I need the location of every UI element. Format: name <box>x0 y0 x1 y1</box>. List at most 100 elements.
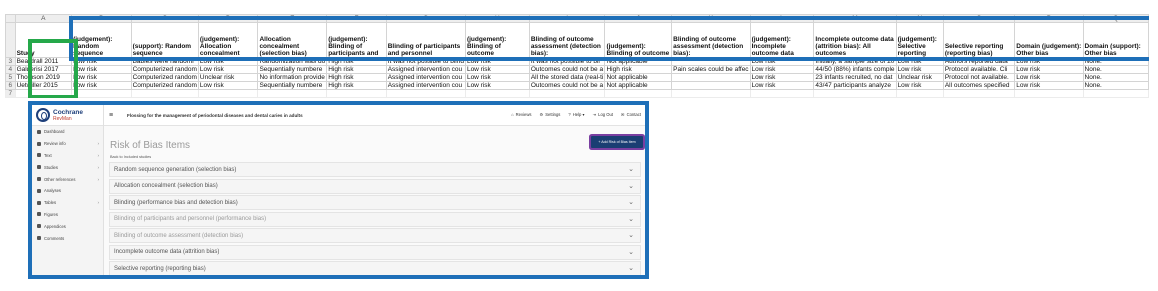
chevron-down-icon[interactable]: ⌄ <box>628 182 634 190</box>
table-cell[interactable] <box>257 97 328 98</box>
table-cell[interactable]: Low risk <box>71 73 132 82</box>
table-cell[interactable] <box>326 89 387 98</box>
top-link-help[interactable]: ? Help ▾ <box>568 112 584 117</box>
header-cell[interactable]: Allocation concealment (selection bias) <box>257 22 328 58</box>
chevron-down-icon[interactable]: ⌄ <box>628 264 634 272</box>
table-cell[interactable]: High risk <box>326 65 387 74</box>
chevron-down-icon[interactable]: ⌄ <box>628 215 634 223</box>
table-cell[interactable] <box>71 97 132 98</box>
header-cell[interactable]: (judgement): Blinding of outcome <box>464 22 530 58</box>
add-risk-of-bias-item-button[interactable]: + Add Risk of Bias Item <box>591 136 643 148</box>
sidebar-item-review-info[interactable]: Review info › <box>32 138 103 150</box>
risk-of-bias-item[interactable]: Allocation concealment (selection bias) ⌄ <box>109 178 641 194</box>
chevron-down-icon[interactable]: ⌄ <box>628 248 634 256</box>
table-cell[interactable]: Computerized random <box>130 73 199 82</box>
table-cell[interactable] <box>942 97 1016 98</box>
table-cell[interactable] <box>464 97 530 98</box>
table-cell[interactable] <box>197 97 259 98</box>
table-cell[interactable]: Assigned intervention cou <box>385 65 466 74</box>
table-cell[interactable]: Computerized random <box>130 81 199 90</box>
table-cell[interactable]: Galderisi 2017 <box>14 65 73 74</box>
table-cell[interactable] <box>671 73 751 82</box>
header-cell[interactable]: Blinding of participants and personnel <box>385 22 466 58</box>
table-cell[interactable]: Low risk <box>749 57 815 66</box>
column-header[interactable]: B <box>71 14 132 23</box>
table-cell[interactable] <box>942 89 1016 98</box>
table-cell[interactable]: Low risk <box>749 65 815 74</box>
sidebar-item-other-references[interactable]: Other references › <box>32 173 103 185</box>
sidebar-item-figures[interactable]: Figures <box>32 209 103 221</box>
table-cell[interactable]: Outcomes could not be a <box>528 65 606 74</box>
table-cell[interactable]: Low risk <box>1014 65 1084 74</box>
risk-of-bias-item[interactable]: Blinding of participants and personnel (… <box>109 211 641 227</box>
column-header[interactable]: M <box>813 14 897 23</box>
table-cell[interactable]: It was not possible to bli <box>528 57 606 66</box>
table-cell[interactable] <box>671 57 751 66</box>
table-cell[interactable] <box>197 89 259 98</box>
table-cell[interactable]: It was not possible to blind <box>385 57 466 66</box>
table-cell[interactable] <box>1014 97 1084 98</box>
table-cell[interactable] <box>895 97 944 98</box>
table-cell[interactable]: Low risk <box>1014 73 1084 82</box>
table-cell[interactable] <box>385 97 466 98</box>
table-cell[interactable]: Low risk <box>197 57 259 66</box>
table-cell[interactable]: Low risk <box>1014 57 1084 66</box>
cochrane-logo[interactable]: Cochrane RevMan <box>32 105 103 126</box>
table-cell[interactable]: Thomson 2019 <box>14 73 73 82</box>
table-cell[interactable]: None. <box>1082 81 1149 90</box>
column-header[interactable]: P <box>1014 14 1084 23</box>
table-cell[interactable]: High risk <box>326 81 387 90</box>
table-cell[interactable] <box>528 97 606 98</box>
header-cell[interactable]: (judgement): Random sequence <box>71 22 132 58</box>
table-cell[interactable]: Low risk <box>197 65 259 74</box>
row-number[interactable]: 5 <box>5 73 16 82</box>
table-cell[interactable]: Unclear risk <box>895 73 944 82</box>
table-cell[interactable]: Sequentially numbere <box>257 81 328 90</box>
table-cell[interactable] <box>813 89 897 98</box>
table-cell[interactable]: Low risk <box>464 81 530 90</box>
table-cell[interactable] <box>813 97 897 98</box>
risk-of-bias-item[interactable]: Selective reporting (reporting bias) ⌄ <box>109 261 641 275</box>
column-header[interactable]: N <box>895 14 944 23</box>
table-cell[interactable] <box>749 89 815 98</box>
table-cell[interactable]: Low risk <box>464 73 530 82</box>
header-cell[interactable]: Selective reporting (reporting bias) <box>942 22 1016 58</box>
table-cell[interactable]: None. <box>1082 73 1149 82</box>
table-cell[interactable]: Low risk <box>464 65 530 74</box>
table-cell[interactable] <box>130 89 199 98</box>
column-header[interactable]: H <box>464 14 530 23</box>
header-cell[interactable]: Incomplete outcome data (attrition bias)… <box>813 22 897 58</box>
row-number[interactable]: 8 <box>5 97 16 98</box>
table-cell[interactable]: Low risk <box>71 65 132 74</box>
column-header[interactable]: K <box>671 14 751 23</box>
table-cell[interactable]: Not applicable <box>604 73 673 82</box>
select-all-corner[interactable] <box>5 14 16 23</box>
table-cell[interactable]: No information provide <box>257 73 328 82</box>
chevron-down-icon[interactable]: ⌄ <box>628 231 634 239</box>
table-cell[interactable]: 44/50 (88%) infants comple <box>813 65 897 74</box>
table-cell[interactable]: Assigned intervention cou <box>385 81 466 90</box>
header-cell[interactable]: Blinding of outcome assessment (detectio… <box>671 22 751 58</box>
risk-of-bias-item[interactable]: Random sequence generation (selection bi… <box>109 162 641 177</box>
column-header[interactable]: I <box>528 14 606 23</box>
column-header[interactable]: E <box>257 14 328 23</box>
column-header[interactable]: J <box>604 14 673 23</box>
sidebar-item-comments[interactable]: Comments <box>32 232 103 244</box>
table-cell[interactable]: All the stored data (real-ti <box>528 73 606 82</box>
table-cell[interactable]: Low risk <box>71 57 132 66</box>
sidebar-item-analyses[interactable]: Analyses <box>32 185 103 197</box>
column-header[interactable]: L <box>749 14 815 23</box>
table-cell[interactable]: Not applicable <box>604 57 673 66</box>
table-cell[interactable] <box>385 89 466 98</box>
table-cell[interactable]: Initially, a sample size of 20 <box>813 57 897 66</box>
table-cell[interactable]: Computerized random <box>130 65 199 74</box>
row-number[interactable] <box>5 22 16 58</box>
header-cell[interactable]: Blinding of outcome assessment (detectio… <box>528 22 606 58</box>
table-cell[interactable] <box>71 89 132 98</box>
column-header[interactable]: G <box>385 14 466 23</box>
table-cell[interactable] <box>671 81 751 90</box>
table-cell[interactable]: 23 infants recruited, no dat <box>813 73 897 82</box>
table-cell[interactable]: None. <box>1082 57 1149 66</box>
column-header[interactable]: F <box>326 14 387 23</box>
header-cell[interactable]: Domain (judgement): Other bias <box>1014 22 1084 58</box>
